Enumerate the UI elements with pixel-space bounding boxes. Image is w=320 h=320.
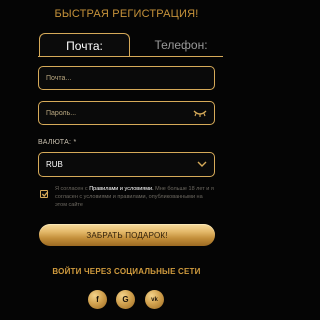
terms-checkbox[interactable] bbox=[40, 190, 49, 198]
vk-glyph: vk bbox=[151, 296, 158, 303]
google-glyph: G bbox=[122, 295, 129, 304]
login-method-tabs: Почта: Телефон: bbox=[30, 33, 226, 57]
terms-text: Я согласен с Правилами и условиями. Мне … bbox=[55, 185, 215, 209]
password-field[interactable] bbox=[38, 101, 215, 125]
claim-gift-button[interactable]: ЗАБРАТЬ ПОДАРОК! bbox=[39, 224, 215, 246]
checkmark-icon bbox=[41, 191, 49, 197]
google-icon[interactable]: G bbox=[116, 290, 135, 309]
currency-value: RUB bbox=[46, 160, 63, 169]
eye-closed-icon[interactable] bbox=[193, 108, 207, 118]
social-login-title: ВОЙТИ ЧЕРЕЗ СОЦИАЛЬНЫЕ СЕТИ bbox=[52, 267, 201, 276]
chevron-down-icon bbox=[197, 161, 207, 167]
currency-select[interactable]: RUB bbox=[38, 152, 215, 177]
vk-icon[interactable]: vk bbox=[145, 290, 164, 309]
form-title: БЫСТРАЯ РЕГИСТРАЦИЯ! bbox=[54, 8, 199, 20]
terms-text-part1: Я согласен с bbox=[55, 186, 90, 192]
terms-link[interactable]: Правилами и условиями. bbox=[89, 186, 153, 192]
facebook-glyph: f bbox=[96, 295, 99, 304]
password-input[interactable] bbox=[46, 109, 186, 117]
facebook-icon[interactable]: f bbox=[88, 290, 107, 309]
currency-label: ВАЛЮТА: * bbox=[38, 139, 77, 146]
tab-underline bbox=[38, 56, 223, 57]
email-input[interactable] bbox=[46, 74, 186, 82]
tab-email[interactable]: Почта: bbox=[39, 33, 130, 57]
email-field[interactable] bbox=[38, 66, 215, 90]
tab-phone[interactable]: Телефон: bbox=[136, 33, 226, 57]
